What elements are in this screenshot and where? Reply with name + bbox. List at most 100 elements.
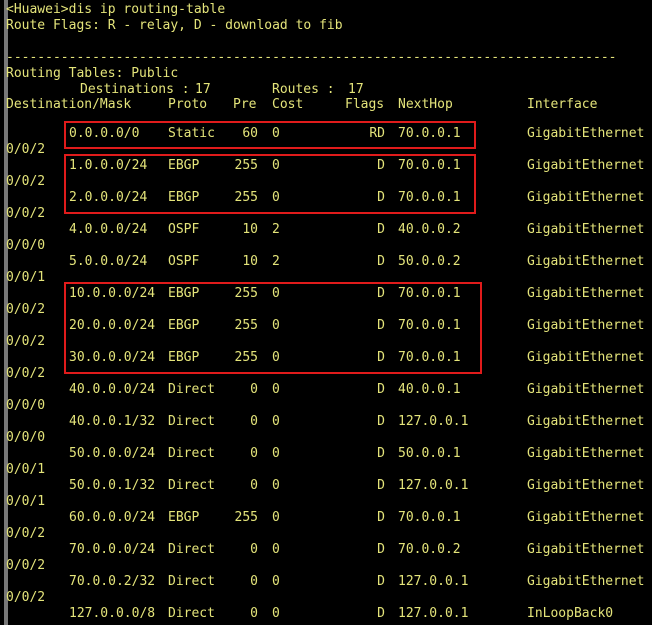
header-pre: Pre [233,97,257,112]
cell-proto: Direct [168,574,215,589]
table-row-interface-wrap: 0/0/0 [0,430,652,446]
cell-proto: Direct [168,478,215,493]
table-row: 50.0.0.1/32 Direct 0 0 D 127.0.0.1 GigabitEthe… [0,478,652,494]
cell-nexthop: 70.0.0.1 [398,190,461,205]
cell-pre: 255 [234,510,258,525]
cell-nexthop: 70.0.0.1 [398,318,461,333]
cell-interface-wrap: 0/0/2 [6,142,46,157]
cell-interface: InLoopBack0 [527,606,614,621]
cell-pre: 0 [250,446,258,461]
table-row: 1.0.0.0/24 EBGP 255 0 D 70.0.0.1 GigabitEthern… [0,158,652,174]
cell-interface-wrap: 0/0/1 [6,462,46,477]
cell-pre: 255 [234,350,258,365]
cell-pre: 0 [250,606,258,621]
cell-cost: 0 [272,350,280,365]
cell-flags: D [377,286,385,301]
cell-interface-wrap: 0/0/2 [6,366,46,381]
table-header-row: Destination/Mask Proto Pre Cost Flags NextHop… [0,97,652,113]
cell-interface: GigabitEthernet [527,318,645,333]
table-row-interface-wrap: 0/0/2 [0,366,652,382]
cell-pre: 60 [242,126,258,141]
cell-flags: D [377,510,385,525]
cell-destination-mask: 2.0.0.0/24 [69,190,148,205]
cell-nexthop: 70.0.0.1 [398,510,461,525]
table-row-interface-wrap: 0/0/0 [0,398,652,414]
cell-flags: D [377,318,385,333]
cell-nexthop: 70.0.0.1 [398,158,461,173]
cell-destination-mask: 10.0.0.0/24 [69,286,156,301]
cell-proto: Direct [168,414,215,429]
cell-proto: OSPF [168,222,200,237]
cell-interface-wrap: 0/0/1 [6,270,46,285]
table-row-interface-wrap: 0/0/0 [0,238,652,254]
cell-proto: EBGP [168,158,200,173]
cell-flags: D [377,254,385,269]
routes-value: 17 [348,82,364,97]
cell-pre: 255 [234,286,258,301]
cell-destination-mask: 50.0.0.1/32 [69,478,156,493]
cell-pre: 255 [234,318,258,333]
cell-cost: 0 [272,126,280,141]
table-row: 10.0.0.0/24 EBGP 255 0 D 70.0.0.1 GigabitEther… [0,286,652,302]
table-row: 30.0.0.0/24 EBGP 255 0 D 70.0.0.1 GigabitEther… [0,350,652,366]
cell-proto: Direct [168,446,215,461]
table-row-interface-wrap: 0/0/2 [0,590,652,606]
cell-proto: EBGP [168,190,200,205]
prompt-line: <Huawei>dis ip routing-table [0,2,652,18]
cell-nexthop: 70.0.0.2 [398,542,461,557]
counts-line: Destinations : 17 Routes : 17 [0,82,652,98]
cell-interface-wrap: 0/0/2 [6,558,46,573]
cell-nexthop: 127.0.0.1 [398,478,469,493]
cell-interface: GigabitEthernet [527,510,645,525]
cell-cost: 0 [272,158,280,173]
cell-interface: GigabitEthernet [527,382,645,397]
cell-interface: GigabitEthernet [527,414,645,429]
header-cost: Cost [272,97,304,112]
cell-nexthop: 70.0.0.1 [398,350,461,365]
cell-cost: 0 [272,446,280,461]
table-row-interface-wrap: 0/0/2 [0,558,652,574]
route-flags-line: Route Flags: R - relay, D - download to … [0,18,652,34]
header-flags: Flags [345,97,385,112]
cell-destination-mask: 1.0.0.0/24 [69,158,148,173]
table-row: 70.0.0.0/24 Direct 0 0 D 70.0.0.2 GigabitEther… [0,542,652,558]
cell-destination-mask: 50.0.0.0/24 [69,446,156,461]
table-row: 20.0.0.0/24 EBGP 255 0 D 70.0.0.1 GigabitEther… [0,318,652,334]
table-row: 70.0.0.2/32 Direct 0 0 D 127.0.0.1 GigabitEthe… [0,574,652,590]
cell-flags: D [377,382,385,397]
cell-flags: RD [369,126,385,141]
cell-flags: D [377,478,385,493]
separator-line: ----------------------------------------… [0,50,652,66]
cell-flags: D [377,158,385,173]
cell-flags: D [377,414,385,429]
cell-flags: D [377,190,385,205]
table-row-interface-wrap: 0/0/1 [0,270,652,286]
cell-cost: 0 [272,510,280,525]
cell-cost: 0 [272,318,280,333]
routing-tables-text: Routing Tables: Public [6,66,179,81]
cell-interface-wrap: 0/0/0 [6,238,46,253]
cell-cost: 0 [272,286,280,301]
cell-proto: EBGP [168,350,200,365]
cell-interface: GigabitEthernet [527,158,645,173]
cell-pre: 255 [234,158,258,173]
table-row: 2.0.0.0/24 EBGP 255 0 D 70.0.0.1 GigabitEthern… [0,190,652,206]
cell-destination-mask: 70.0.0.2/32 [69,574,156,589]
cell-pre: 0 [250,542,258,557]
cell-destination-mask: 40.0.0.0/24 [69,382,156,397]
cell-pre: 255 [234,190,258,205]
cell-destination-mask: 60.0.0.0/24 [69,510,156,525]
cell-interface: GigabitEthernet [527,222,645,237]
cell-cost: 0 [272,606,280,621]
cell-nexthop: 50.0.0.2 [398,254,461,269]
cell-proto: EBGP [168,286,200,301]
table-row-interface-wrap: 0/0/2 [0,142,652,158]
cell-destination-mask: 20.0.0.0/24 [69,318,156,333]
cell-destination-mask: 5.0.0.0/24 [69,254,148,269]
header-interface: Interface [527,97,598,112]
cell-pre: 10 [242,222,258,237]
table-row: 50.0.0.0/24 Direct 0 0 D 50.0.0.1 GigabitEther… [0,446,652,462]
cell-interface-wrap: 0/0/2 [6,526,46,541]
routes-label: Routes : [272,82,335,97]
cell-cost: 0 [272,574,280,589]
